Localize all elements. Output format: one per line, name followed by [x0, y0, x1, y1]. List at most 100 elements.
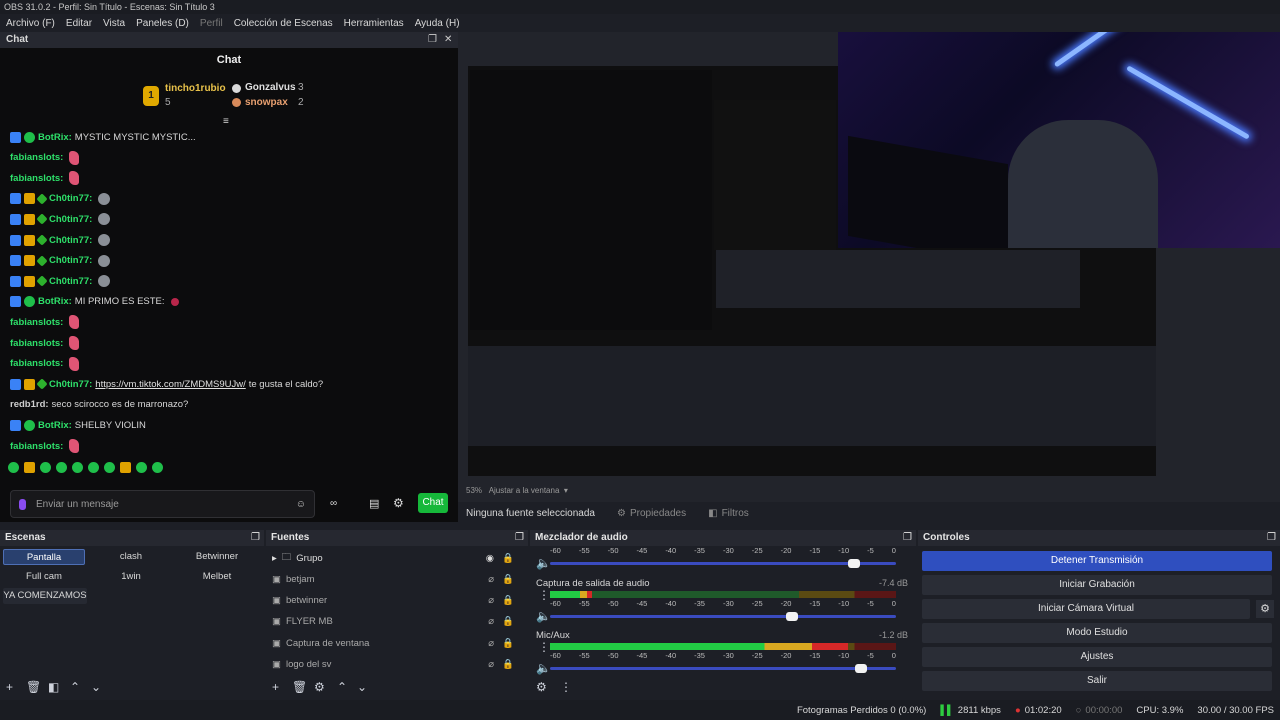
- scene-betwinner[interactable]: Betwinner: [176, 549, 258, 565]
- slider-handle[interactable]: [848, 559, 861, 568]
- settings-icon[interactable]: ⚙: [393, 496, 404, 510]
- chat-send-button[interactable]: Chat: [418, 493, 448, 513]
- chat-username[interactable]: fabianslots:: [10, 173, 63, 184]
- lock-icon[interactable]: 🔒: [502, 638, 514, 649]
- expand-icon[interactable]: ≡: [223, 116, 229, 127]
- lock-icon[interactable]: 🔒: [502, 574, 514, 585]
- start-virtual-camera-button[interactable]: Iniciar Cámara Virtual: [922, 599, 1250, 619]
- scene-full-cam[interactable]: Full cam: [3, 569, 85, 585]
- mic-icon[interactable]: [19, 498, 26, 510]
- chat-username[interactable]: BotRix:: [38, 296, 72, 307]
- menu-item[interactable]: Perfil: [200, 18, 223, 29]
- eye-hidden-icon[interactable]: ⌀: [488, 616, 494, 627]
- float-icon[interactable]: ❐: [1267, 530, 1276, 546]
- menu-item[interactable]: Archivo (F): [6, 18, 55, 29]
- lock-icon[interactable]: 🔒: [502, 553, 514, 564]
- chat-username[interactable]: BotRix:: [38, 420, 72, 431]
- menu-item[interactable]: Paneles (D): [136, 18, 189, 29]
- slider-handle[interactable]: [855, 664, 868, 673]
- trash-icon[interactable]: 🗑: [26, 680, 41, 694]
- expand-arrow-icon[interactable]: ▸: [272, 553, 277, 564]
- emote-icon[interactable]: [152, 462, 163, 473]
- float-icon[interactable]: ❐: [251, 530, 260, 546]
- studio-mode-button[interactable]: Modo Estudio: [922, 623, 1272, 643]
- menu-item[interactable]: Ayuda (H): [415, 18, 460, 29]
- source-item[interactable]: ▣ betwinner ⌀ 🔒: [272, 591, 520, 611]
- scene-clash[interactable]: clash: [90, 549, 172, 565]
- float-icon[interactable]: ❐: [903, 530, 912, 546]
- close-icon[interactable]: ✕: [444, 32, 452, 48]
- lock-icon[interactable]: 🔒: [502, 616, 514, 627]
- emote-icon[interactable]: [40, 462, 51, 473]
- eye-hidden-icon[interactable]: ⌀: [488, 574, 494, 585]
- volume-slider[interactable]: [550, 664, 896, 673]
- eye-hidden-icon[interactable]: ⌀: [488, 638, 494, 649]
- add-icon[interactable]: +: [272, 680, 279, 694]
- volume-slider[interactable]: [550, 612, 896, 621]
- scene-pantalla[interactable]: Pantalla: [3, 549, 85, 565]
- source-item[interactable]: ▣ Captura de ventana ⌀ 🔒: [272, 633, 520, 653]
- stop-stream-button[interactable]: Detener Transmisión: [922, 551, 1272, 571]
- slider-handle[interactable]: [786, 612, 799, 621]
- emote-icon[interactable]: [8, 462, 19, 473]
- chevron-down-icon[interactable]: ⌄: [357, 680, 367, 694]
- trash-icon[interactable]: 🗑: [292, 680, 307, 694]
- scene-1win[interactable]: 1win: [90, 569, 172, 585]
- gear-icon[interactable]: ⚙: [314, 680, 325, 694]
- more-icon[interactable]: ⋮: [560, 680, 572, 694]
- chat-username[interactable]: Ch0tin77:: [49, 276, 92, 287]
- chat-input[interactable]: Enviar un mensaje ☺: [10, 490, 315, 518]
- chat-link[interactable]: https://vm.tiktok.com/ZMDMS9UJw/: [95, 379, 245, 390]
- chat-username[interactable]: fabianslots:: [10, 441, 63, 452]
- source-item[interactable]: ▣ FLYER MB ⌀ 🔒: [272, 612, 520, 632]
- eye-hidden-icon[interactable]: ⌀: [488, 595, 494, 606]
- chat-username[interactable]: fabianslots:: [10, 317, 63, 328]
- speaker-icon[interactable]: 🔈: [536, 556, 551, 570]
- emote-icon[interactable]: [136, 462, 147, 473]
- emote-icon[interactable]: [72, 462, 83, 473]
- chat-username[interactable]: fabianslots:: [10, 358, 63, 369]
- lock-icon[interactable]: 🔒: [502, 595, 514, 606]
- source-item[interactable]: ▣ betjam ⌀ 🔒: [272, 569, 520, 589]
- emote-icon[interactable]: [56, 462, 67, 473]
- chevron-up-icon[interactable]: ⌃: [337, 680, 347, 694]
- add-icon[interactable]: +: [6, 680, 13, 694]
- emote-icon[interactable]: [120, 462, 131, 473]
- chat-username[interactable]: fabianslots:: [10, 152, 63, 163]
- speaker-icon[interactable]: 🔈: [536, 661, 551, 675]
- emote-icon[interactable]: [88, 462, 99, 473]
- chat-username[interactable]: Ch0tin77:: [49, 235, 92, 246]
- more-icon[interactable]: ⋮: [538, 640, 550, 654]
- filter-icon[interactable]: ◧: [48, 680, 59, 694]
- emote-icon[interactable]: [24, 462, 35, 473]
- chevron-down-icon[interactable]: ⌄: [91, 680, 101, 694]
- chat-username[interactable]: Ch0tin77:: [49, 193, 92, 204]
- chat-username[interactable]: Ch0tin77:: [49, 214, 92, 225]
- chat-username[interactable]: fabianslots:: [10, 338, 63, 349]
- volume-slider[interactable]: [550, 559, 896, 568]
- menu-item[interactable]: Vista: [103, 18, 125, 29]
- settings-button[interactable]: Ajustes: [922, 647, 1272, 667]
- lock-icon[interactable]: 🔒: [502, 659, 514, 670]
- speaker-icon[interactable]: 🔈: [536, 609, 551, 623]
- menu-item[interactable]: Editar: [66, 18, 92, 29]
- properties-button[interactable]: ⚙ Propiedades: [617, 508, 686, 519]
- chevron-up-icon[interactable]: ⌃: [70, 680, 80, 694]
- start-recording-button[interactable]: Iniciar Grabación: [922, 575, 1272, 595]
- chevron-down-icon[interactable]: ▾: [564, 486, 568, 495]
- scene-melbet[interactable]: Melbet: [176, 569, 258, 585]
- store-icon[interactable]: ▤: [369, 497, 379, 510]
- emote-icon[interactable]: [104, 462, 115, 473]
- chat-username[interactable]: Ch0tin77:: [49, 255, 92, 266]
- gear-icon[interactable]: ⚙: [1256, 600, 1274, 618]
- fit-window-dropdown[interactable]: Ajustar a la ventana: [489, 486, 560, 495]
- more-icon[interactable]: ⋮: [538, 588, 550, 602]
- infinity-icon[interactable]: ∞: [330, 498, 337, 509]
- menu-item[interactable]: Herramientas: [344, 18, 404, 29]
- chat-username[interactable]: Ch0tin77:: [49, 379, 92, 390]
- float-icon[interactable]: ❐: [515, 530, 524, 546]
- eye-icon[interactable]: ◉: [486, 553, 494, 564]
- emoji-icon[interactable]: ☺: [296, 499, 306, 510]
- eye-hidden-icon[interactable]: ⌀: [488, 659, 494, 670]
- float-icon[interactable]: ❐: [428, 32, 437, 48]
